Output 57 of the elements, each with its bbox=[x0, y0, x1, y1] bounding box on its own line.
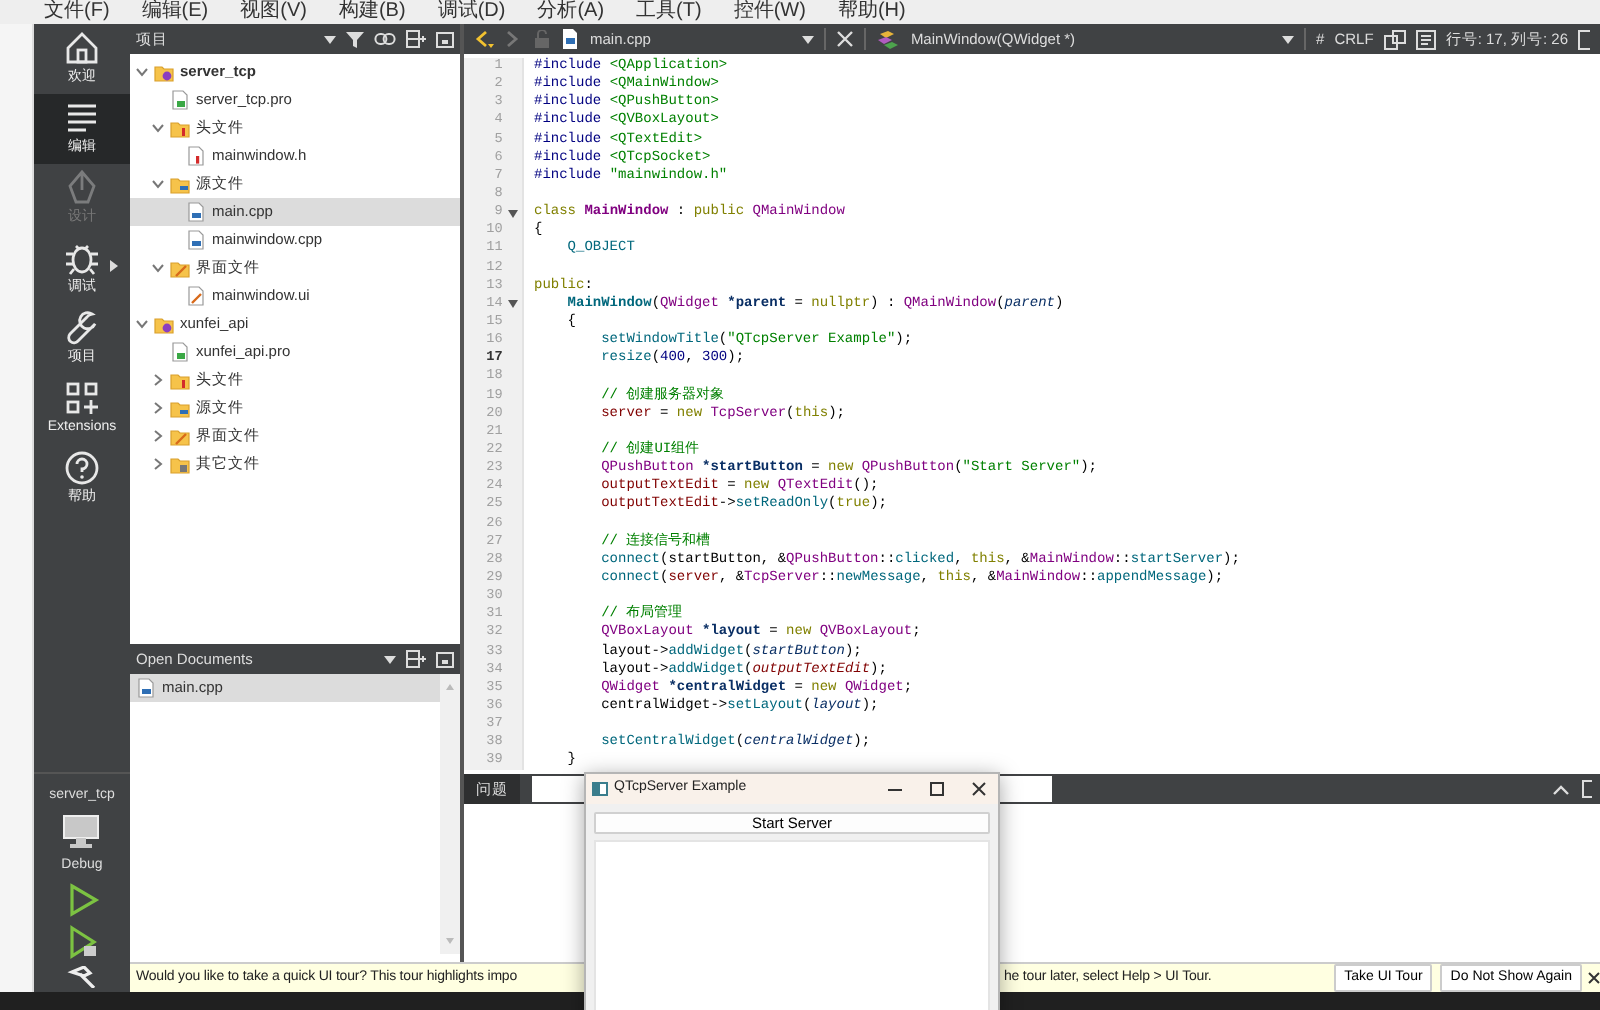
close-icon[interactable] bbox=[972, 782, 986, 796]
class-symbol-icon bbox=[876, 29, 901, 49]
chevron-up-icon[interactable] bbox=[1552, 783, 1570, 795]
maximize-icon[interactable] bbox=[930, 782, 944, 796]
monitor-icon[interactable] bbox=[60, 813, 104, 849]
home-icon bbox=[62, 28, 102, 69]
help-icon bbox=[62, 448, 102, 489]
scrollbar[interactable] bbox=[440, 674, 460, 954]
split-icon[interactable] bbox=[406, 30, 426, 48]
menu-item[interactable]: 构建(B) bbox=[338, 0, 406, 24]
fold-arrow-icon[interactable] bbox=[507, 209, 518, 218]
close-icon[interactable] bbox=[1588, 972, 1600, 984]
extensions-icon bbox=[62, 378, 102, 419]
source-file-icon bbox=[186, 202, 206, 222]
header-folder-icon bbox=[170, 118, 190, 138]
hammer-icon[interactable] bbox=[66, 966, 98, 988]
symbol-dropdown-caret-icon[interactable] bbox=[1282, 35, 1295, 43]
form-folder-icon bbox=[170, 426, 190, 446]
dropdown-caret-icon[interactable] bbox=[384, 655, 396, 663]
outline-icon[interactable] bbox=[1415, 29, 1436, 49]
project-folder-icon bbox=[154, 62, 174, 82]
menu-item[interactable]: 工具(T) bbox=[636, 0, 702, 24]
source-file-icon bbox=[136, 678, 156, 698]
menu-item[interactable]: 编辑(E) bbox=[141, 0, 209, 24]
debug-run-icon[interactable] bbox=[64, 924, 100, 960]
form-folder-icon bbox=[170, 258, 190, 278]
run-icon[interactable] bbox=[64, 882, 100, 918]
close-panel-icon[interactable] bbox=[436, 651, 454, 667]
header-folder-icon bbox=[170, 370, 190, 390]
menu-item[interactable]: 调试(D) bbox=[437, 0, 506, 24]
header-file-icon bbox=[186, 146, 206, 166]
back-arrow-icon[interactable] bbox=[474, 30, 494, 48]
project-folder-icon bbox=[154, 314, 174, 334]
window-app-icon bbox=[592, 782, 608, 796]
close-panel-icon[interactable] bbox=[436, 31, 454, 47]
split-icon[interactable] bbox=[1578, 29, 1590, 49]
file-dropdown-caret-icon[interactable] bbox=[802, 35, 815, 43]
menu-item[interactable]: 控件(W) bbox=[733, 0, 806, 24]
menu-item[interactable]: 视图(V) bbox=[240, 0, 307, 24]
fold-arrow-icon[interactable] bbox=[507, 300, 518, 309]
wrench-icon bbox=[62, 308, 102, 349]
menu-item[interactable]: 分析(A) bbox=[537, 0, 605, 24]
folder-icon bbox=[170, 454, 190, 474]
filter-icon[interactable] bbox=[346, 31, 364, 47]
source-file-icon bbox=[186, 230, 206, 250]
source-folder-icon bbox=[170, 174, 190, 194]
project-file-icon bbox=[170, 342, 190, 362]
project-file-icon bbox=[170, 90, 190, 110]
menu-item[interactable]: 帮助(H) bbox=[837, 0, 906, 24]
link-icon[interactable] bbox=[374, 32, 396, 46]
panel-icon[interactable] bbox=[1582, 780, 1592, 798]
form-file-icon bbox=[186, 286, 206, 306]
dropdown-caret-icon[interactable] bbox=[324, 35, 336, 43]
split-icon[interactable] bbox=[406, 650, 426, 668]
source-file-icon bbox=[560, 28, 580, 50]
split-view-icon[interactable] bbox=[1383, 29, 1406, 49]
source-folder-icon bbox=[170, 398, 190, 418]
